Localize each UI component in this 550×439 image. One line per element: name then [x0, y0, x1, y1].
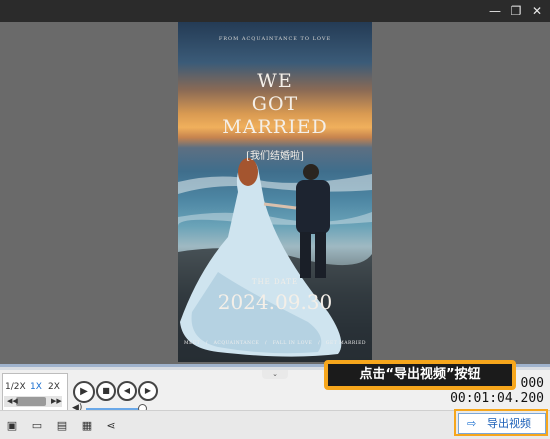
export-icon: ⇨	[467, 417, 477, 430]
time-total: 000	[520, 376, 544, 391]
preview-stage: FROM ACQUAINTANCE TO LOVE WE GOT MARRIED […	[0, 22, 550, 364]
poster-footer-item: MEET	[184, 341, 201, 346]
poster-footer-item: GET MARRIED	[325, 341, 366, 346]
poster-chinese-title: [我们结婚啦]	[246, 151, 304, 162]
scrubber-thumb[interactable]	[16, 397, 46, 406]
forward-icon[interactable]: ▶▶	[51, 397, 62, 405]
save-icon[interactable]: ▤	[55, 419, 69, 433]
share-icon[interactable]: ⋖	[104, 419, 118, 433]
close-icon[interactable]: ✕	[528, 2, 546, 20]
play-icon[interactable]: ▶	[73, 381, 95, 403]
speed-1x[interactable]: 1X	[30, 382, 42, 392]
poster-footer: MEET / ACQUAINTANCE / FALL IN LOVE / GET…	[184, 341, 366, 346]
title-bar: — ❐ ✕	[0, 0, 550, 22]
export-video-button[interactable]: ⇨ 导出视频	[458, 413, 546, 434]
collapse-tab[interactable]: ⌄	[262, 370, 288, 379]
callout-text: 点击“导出视频”按钮	[328, 364, 512, 386]
stop-icon[interactable]: ■	[96, 381, 116, 401]
video-preview: FROM ACQUAINTANCE TO LOVE WE GOT MARRIED […	[178, 22, 372, 362]
poster-footer-sep: /	[205, 341, 208, 346]
new-project-icon[interactable]: ▣	[5, 419, 19, 433]
poster-top-text: FROM ACQUAINTANCE TO LOVE	[218, 36, 332, 42]
poster-headline: WE GOT MARRIED	[222, 70, 328, 138]
restore-icon[interactable]: ❐	[507, 2, 525, 20]
time-current: 00:01:04.200	[450, 391, 544, 406]
speed-2x[interactable]: 2X	[48, 382, 60, 392]
poster-footer-item: FALL IN LOVE	[272, 341, 313, 346]
speed-half[interactable]: 1/2X	[5, 382, 26, 392]
export-label: 导出视频	[487, 417, 531, 430]
minimize-icon[interactable]: —	[486, 2, 504, 20]
open-folder-icon[interactable]: ▭	[30, 419, 44, 433]
poster-footer-sep: /	[265, 341, 268, 346]
poster-date-label: THE DATE	[251, 278, 299, 286]
poster-date: 2024.09.30	[217, 290, 333, 314]
rewind-icon[interactable]: ◀◀	[7, 397, 18, 405]
poster-footer-sep: /	[318, 341, 321, 346]
prev-frame-icon[interactable]: ◀	[117, 381, 137, 401]
save-as-icon[interactable]: ▦	[80, 419, 94, 433]
next-frame-icon[interactable]: ▶	[138, 381, 158, 401]
poster-footer-item: ACQUAINTANCE	[213, 341, 260, 346]
